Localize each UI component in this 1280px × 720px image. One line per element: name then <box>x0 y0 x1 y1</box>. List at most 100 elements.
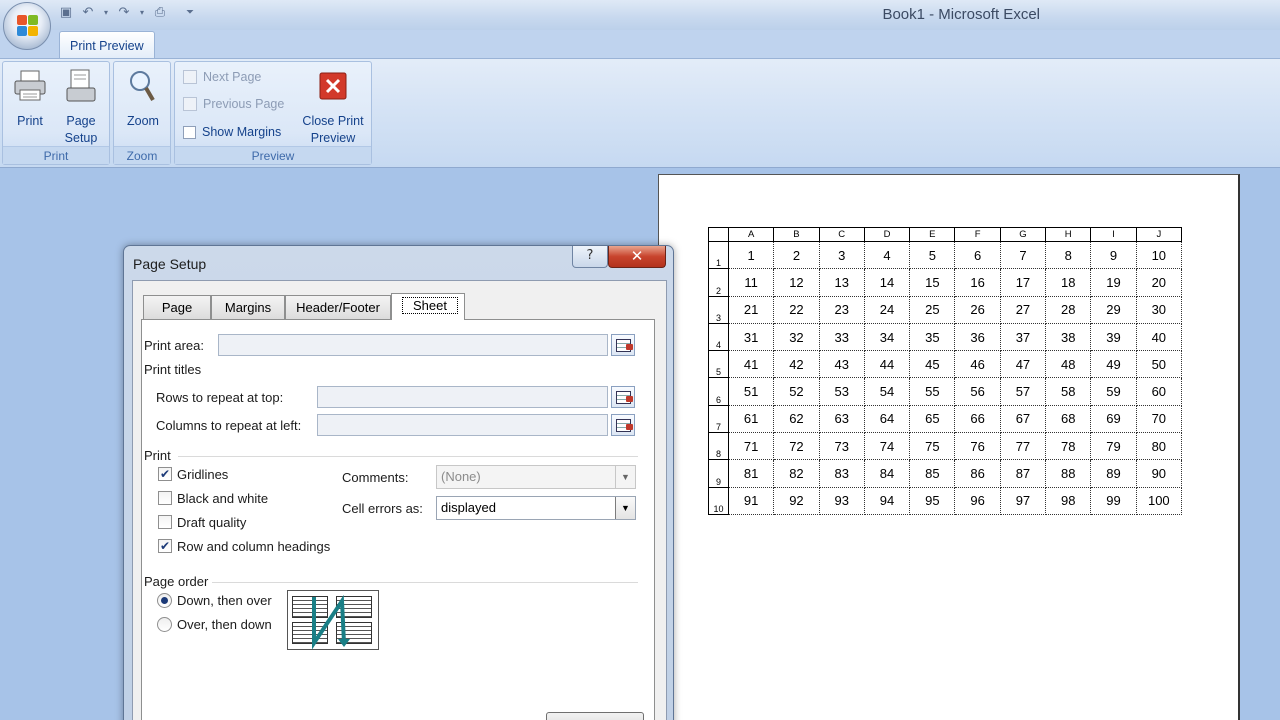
close-print-preview-button[interactable]: Close Print Preview <box>299 68 367 147</box>
previous-page-button[interactable]: Previous Page <box>183 97 284 111</box>
sheet-cell: 36 <box>954 322 1001 352</box>
rows-to-repeat-input[interactable] <box>317 386 608 408</box>
sheet-cell: 7 <box>999 240 1047 270</box>
help-button[interactable]: ? <box>572 246 608 268</box>
page-setup-icon <box>66 69 96 102</box>
print-button-label: Print <box>17 114 43 128</box>
sheet-cell: 38 <box>1045 322 1092 352</box>
sheet-cell: 37 <box>999 322 1047 352</box>
sheet-cell: 67 <box>999 404 1047 434</box>
columns-to-repeat-input[interactable] <box>317 414 608 436</box>
column-header: I <box>1090 227 1137 242</box>
sheet-cell: 60 <box>1135 377 1182 406</box>
table-row: 5 41 42 43 44 45 46 47 48 49 50 <box>708 350 1182 379</box>
down-then-over-label: Down, then over <box>177 593 272 608</box>
title-bar: ▣ ↶ ▾ ↷ ▾ ⎙ ⏷ Book1 - Microsoft Excel <box>0 0 1280 30</box>
row-header: 2 <box>708 268 729 297</box>
show-margins-checkbox[interactable] <box>183 125 196 139</box>
sheet-cell: 27 <box>999 295 1047 324</box>
sheet-cell: 73 <box>818 432 865 461</box>
sheet-cell: 77 <box>999 432 1047 461</box>
columns-to-repeat-collapse-button[interactable] <box>611 414 635 436</box>
print-area-collapse-button[interactable] <box>611 334 635 356</box>
sheet-cell: 21 <box>727 295 775 324</box>
row-header: 1 <box>708 240 729 270</box>
sheet-tab-panel: Print area: Print titles Rows to repeat … <box>141 319 655 720</box>
dialog-title: Page Setup <box>133 256 207 272</box>
print-group-label: Print <box>3 146 109 164</box>
previous-page-icon <box>183 97 197 111</box>
sheet-cell: 65 <box>909 404 956 434</box>
comments-select[interactable]: (None) ▼ <box>436 465 636 489</box>
help-icon: ? <box>586 248 594 263</box>
tab-margins[interactable]: Margins <box>211 295 285 319</box>
sheet-cell: 11 <box>727 268 775 297</box>
sheet-cell: 63 <box>818 404 865 434</box>
chevron-down-icon[interactable]: ▼ <box>615 497 635 519</box>
sheet-cell: 46 <box>954 350 1001 379</box>
sheet-cell: 94 <box>863 486 911 515</box>
print-area-input[interactable] <box>218 334 608 356</box>
sheet-cell: 68 <box>1045 404 1092 434</box>
zoom-group: Zoom Zoom <box>113 61 171 165</box>
sheet-cell: 76 <box>954 432 1001 461</box>
tab-header-footer[interactable]: Header/Footer <box>285 295 391 319</box>
tab-sheet[interactable]: Sheet <box>391 293 465 320</box>
black-and-white-checkbox[interactable] <box>158 491 172 505</box>
column-header: C <box>818 227 865 242</box>
row-column-headings-checkbox[interactable]: ✔ <box>158 539 172 553</box>
sheet-cell: 32 <box>773 322 820 352</box>
ok-button[interactable] <box>546 712 644 720</box>
sheet-cell: 95 <box>909 486 956 515</box>
sheet-cell: 92 <box>773 486 820 515</box>
zoom-button[interactable]: Zoom <box>120 68 166 130</box>
row-header: 10 <box>708 486 729 515</box>
sheet-cell: 56 <box>954 377 1001 406</box>
sheet-cell: 42 <box>773 350 820 379</box>
close-button[interactable]: ✕ <box>608 246 666 268</box>
print-button[interactable]: Print <box>9 68 51 130</box>
sheet-cell: 30 <box>1135 295 1182 324</box>
next-page-label: Next Page <box>203 70 262 84</box>
table-row: 10 91 92 93 94 95 96 97 98 99 100 <box>708 486 1182 515</box>
next-page-button[interactable]: Next Page <box>183 70 261 84</box>
rows-to-repeat-collapse-button[interactable] <box>611 386 635 408</box>
over-then-down-radio[interactable] <box>157 617 172 632</box>
sheet-cell: 22 <box>773 295 820 324</box>
ribbon: Print Page Setup Print Zoom Zoom Next Pa… <box>0 58 1280 168</box>
preview-sheet-grid: A B C D E F G H I J 1 1 2 3 4 5 6 7 8 9 10 2 11 12 13 14 15 16 17 18 1… <box>708 227 1182 515</box>
ribbon-tab-strip <box>0 30 1280 58</box>
sheet-cell: 13 <box>818 268 865 297</box>
sheet-cell: 58 <box>1045 377 1092 406</box>
cell-errors-select[interactable]: displayed ▼ <box>436 496 636 520</box>
sheet-cell: 28 <box>1045 295 1092 324</box>
magnifier-icon <box>130 71 155 102</box>
draft-quality-checkbox[interactable] <box>158 515 172 529</box>
column-header: A <box>727 227 775 242</box>
sheet-cell: 16 <box>954 268 1001 297</box>
over-then-down-label: Over, then down <box>177 617 272 632</box>
sheet-cell: 62 <box>773 404 820 434</box>
sheet-cell: 98 <box>1045 486 1092 515</box>
close-print-preview-label: Close Print Preview <box>302 114 364 145</box>
down-then-over-radio[interactable] <box>157 593 172 608</box>
sheet-cell: 87 <box>999 459 1047 488</box>
collapse-dialog-icon <box>616 419 633 432</box>
sheet-cell: 83 <box>818 459 865 488</box>
sheet-cell: 64 <box>863 404 911 434</box>
sheet-cell: 70 <box>1135 404 1182 434</box>
sheet-cell: 5 <box>909 240 956 270</box>
gridlines-checkbox[interactable]: ✔ <box>158 467 172 481</box>
page-order-heading: Page order <box>144 574 209 589</box>
office-button[interactable] <box>3 2 51 50</box>
tab-page[interactable]: Page <box>143 295 211 319</box>
sheet-cell: 88 <box>1045 459 1092 488</box>
tab-print-preview[interactable]: Print Preview <box>59 31 155 58</box>
show-margins-toggle[interactable]: Show Margins <box>183 125 281 139</box>
sheet-cell: 8 <box>1045 240 1092 270</box>
row-column-headings-label: Row and column headings <box>177 539 331 554</box>
column-header: B <box>773 227 820 242</box>
sheet-cell: 97 <box>999 486 1047 515</box>
page-setup-button[interactable]: Page Setup <box>57 68 105 147</box>
dialog-body: Page Margins Header/Footer Sheet Print a… <box>132 280 667 720</box>
